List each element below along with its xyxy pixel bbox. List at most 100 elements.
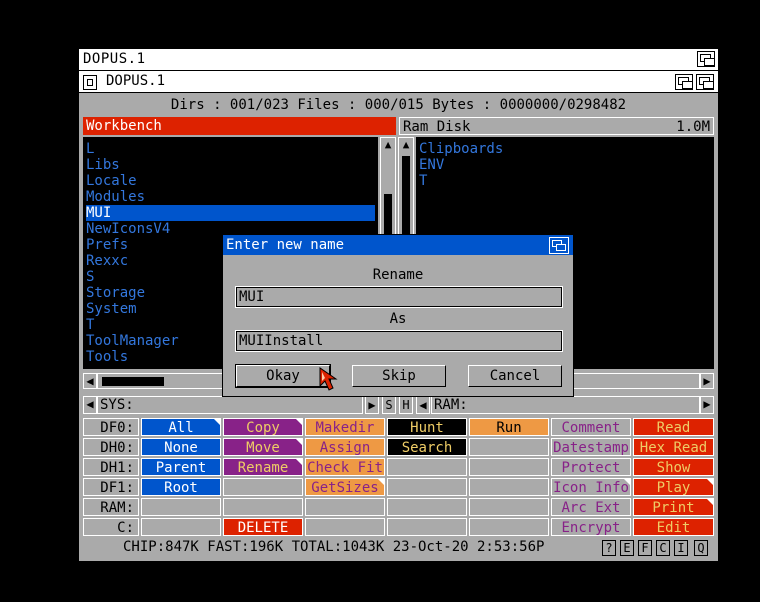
list-item[interactable]: Modules [86,189,375,205]
new-name-value: MUIInstall [239,333,324,349]
copy-button[interactable]: Copy [223,418,303,436]
getsizes-button[interactable]: GetSizes [305,478,385,496]
empty-button[interactable] [469,458,549,476]
dialog-depth-gadget-icon[interactable] [549,237,569,254]
s-button[interactable]: S [382,396,396,414]
edit-button[interactable]: Edit [633,518,714,536]
scroll-up-arrow-icon[interactable]: ▲ [382,139,394,151]
skip-button[interactable]: Skip [352,365,446,387]
list-item[interactable]: T [419,173,708,189]
scroll-left-arrow-icon[interactable]: ◀ [83,373,97,389]
all-button[interactable]: All [141,418,221,436]
empty-button[interactable] [469,498,549,516]
check-fit-button[interactable]: Check Fit [305,458,385,476]
empty-button[interactable] [305,518,385,536]
device-c[interactable]: C: [83,518,139,536]
move-button[interactable]: Move [223,438,303,456]
e-button[interactable]: E [620,540,634,556]
empty-button[interactable] [305,498,385,516]
root-button[interactable]: Root [141,478,221,496]
play-button[interactable]: Play [633,478,714,496]
icon-info-button[interactable]: Icon Info [551,478,631,496]
show-button[interactable]: Show [633,458,714,476]
mouse-pointer-icon [319,367,338,391]
run-button[interactable]: Run [469,418,549,436]
window-zoom-gadget-icon[interactable] [675,74,693,90]
right-lister-title: Ram Disk [403,119,471,135]
right-path-field[interactable]: RAM: [431,396,700,414]
empty-button[interactable] [387,498,467,516]
device-df1[interactable]: DF1: [83,478,139,496]
right-lister-header[interactable]: Ram Disk 1.0M [399,117,714,135]
c-button[interactable]: C [656,540,670,556]
list-item[interactable]: Clipboards [419,141,708,157]
horizontal-scroll-knob[interactable] [102,377,164,386]
right-lister-free-space: 1.0M [676,119,710,135]
scroll-right-arrow-icon[interactable]: ▶ [700,373,714,389]
right-path-back-icon[interactable]: ◀ [416,396,430,414]
list-item-selected[interactable]: MUI [86,205,375,221]
left-lister-header[interactable]: Workbench [83,117,396,135]
arc-ext-button[interactable]: Arc Ext [551,498,631,516]
i-button[interactable]: I [674,540,688,556]
window-title: DOPUS.1 [106,73,166,89]
comment-button[interactable]: Comment [551,418,631,436]
hex-read-button[interactable]: Hex Read [633,438,714,456]
empty-button[interactable] [469,478,549,496]
screen-depth-gadget-icon[interactable] [697,51,715,67]
window-title-bar[interactable]: DOPUS.1 [79,71,718,93]
device-ram[interactable]: RAM: [83,498,139,516]
rename-label: Rename [372,267,424,283]
window-depth-gadget-icon[interactable] [696,74,714,90]
datestamp-button[interactable]: Datestamp [551,438,631,456]
empty-button[interactable] [469,518,549,536]
quit-button[interactable]: Q [694,540,708,556]
assign-button[interactable]: Assign [305,438,385,456]
list-item[interactable]: L [86,141,375,157]
screen-title-bar[interactable]: DOPUS.1 [79,49,718,71]
parent-button[interactable]: Parent [141,458,221,476]
f-button[interactable]: F [638,540,652,556]
encrypt-button[interactable]: Encrypt [551,518,631,536]
old-name-field[interactable]: MUI [235,286,563,308]
device-dh1[interactable]: DH1: [83,458,139,476]
rename-dialog: Enter new name Rename MUI As MUIInstall … [222,234,574,397]
as-label: As [389,311,407,327]
empty-button[interactable] [223,498,303,516]
empty-button[interactable] [223,478,303,496]
hunt-button[interactable]: Hunt [387,418,467,436]
dialog-title[interactable]: Enter new name [223,235,573,255]
new-name-field[interactable]: MUIInstall [235,330,563,352]
cancel-button[interactable]: Cancel [468,365,562,387]
right-path-arrow-icon[interactable]: ▶ [700,396,714,414]
empty-button[interactable] [469,438,549,456]
read-button[interactable]: Read [633,418,714,436]
left-path-field[interactable]: SYS: [97,396,363,414]
search-button[interactable]: Search [387,438,467,456]
scroll-up-arrow-icon[interactable]: ▲ [400,139,412,151]
h-button[interactable]: H [399,396,413,414]
delete-button[interactable]: DELETE [223,518,303,536]
okay-button[interactable]: Okay [235,364,331,388]
empty-button[interactable] [387,518,467,536]
protect-button[interactable]: Protect [551,458,631,476]
left-path-back-icon[interactable]: ◀ [83,396,97,414]
device-df0[interactable]: DF0: [83,418,139,436]
list-item[interactable]: ENV [419,157,708,173]
status-line: Dirs : 001/023 Files : 000/015 Bytes : 0… [170,97,627,113]
left-path-arrow-icon[interactable]: ▶ [365,396,379,414]
rename-button[interactable]: Rename [223,458,303,476]
empty-button[interactable] [141,498,221,516]
help-button[interactable]: ? [602,540,616,556]
list-item[interactable]: Libs [86,157,375,173]
empty-button[interactable] [141,518,221,536]
none-button[interactable]: None [141,438,221,456]
window-close-icon[interactable] [83,75,97,90]
print-button[interactable]: Print [633,498,714,516]
makedir-button[interactable]: Makedir [305,418,385,436]
empty-button[interactable] [387,458,467,476]
old-name-value: MUI [239,289,265,305]
empty-button[interactable] [387,478,467,496]
list-item[interactable]: Locale [86,173,375,189]
device-dh0[interactable]: DH0: [83,438,139,456]
